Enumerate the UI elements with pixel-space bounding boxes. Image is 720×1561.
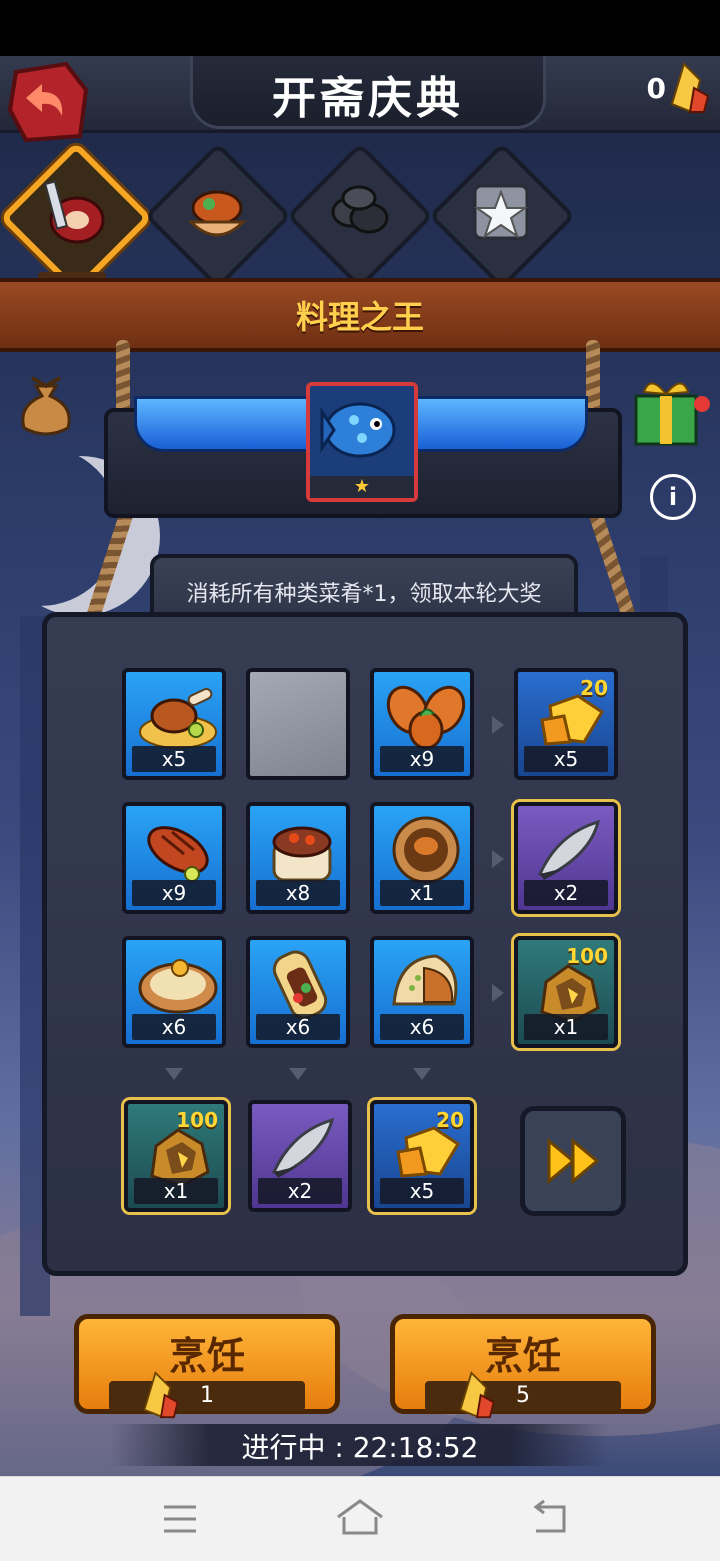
rice-cake-icon (272, 826, 332, 882)
feather-icon (271, 1117, 335, 1178)
grilled-fish-icon (147, 826, 209, 882)
currency-display: 0 (647, 62, 710, 114)
reward-quantity: x2 (524, 880, 608, 906)
currency-count: 0 (646, 71, 666, 105)
event-timer: 进行中 : 22:18:52 (241, 1431, 479, 1464)
cook-label: 烹饪 (168, 1334, 245, 1378)
row-reward-cell[interactable]: x2 (514, 802, 618, 914)
gift-box-button[interactable] (630, 372, 710, 452)
banner-title: 料理之王 (295, 298, 424, 336)
dish-quantity: x9 (132, 880, 216, 906)
dish-quantity: x1 (380, 880, 464, 906)
star-rating: ★ (310, 476, 414, 498)
loot-bag-button[interactable] (16, 372, 76, 442)
fast-forward-icon (547, 1137, 600, 1185)
row-reward-cell[interactable]: 20 x5 (514, 668, 618, 780)
home-icon (337, 1499, 383, 1535)
row-arrow-icon (492, 850, 504, 868)
title-plate: 开斋庆典 (190, 56, 546, 129)
dates-icon (331, 185, 389, 234)
reward-quantity: x1 (134, 1178, 218, 1204)
cook-cost: 5 (425, 1381, 621, 1411)
info-button[interactable]: i (650, 474, 696, 520)
dish-cell[interactable]: x6 (122, 936, 226, 1048)
cook-label: 烹饪 (484, 1334, 561, 1378)
column-arrow-icon (413, 1068, 431, 1080)
reward-quantity: x5 (524, 746, 608, 772)
back-button[interactable] (6, 60, 90, 144)
dish-quantity: x6 (380, 1014, 464, 1040)
dish-cell[interactable]: x9 (370, 668, 474, 780)
dish-cell[interactable]: x5 (122, 668, 226, 780)
menu-button[interactable] (150, 1495, 210, 1543)
row-reward-cell[interactable]: 100 x1 (514, 936, 618, 1048)
reward-quantity: x2 (258, 1178, 342, 1204)
loot-bag-icon (21, 376, 71, 436)
back-icon (533, 1499, 566, 1533)
samosa-icon (392, 954, 458, 1006)
board-description: 消耗所有种类菜肴*1，领取本轮大奖 (186, 582, 542, 607)
reward-badge: 20 (436, 1108, 464, 1132)
cook-once-button[interactable]: 烹饪 1 (74, 1314, 340, 1419)
gem-currency-icon (143, 1371, 179, 1419)
column-arrow-icon (289, 1068, 307, 1080)
dish-cell[interactable]: x9 (122, 802, 226, 914)
column-arrow-icon (165, 1068, 183, 1080)
dish-cell[interactable]: x6 (246, 936, 350, 1048)
back-nav-button[interactable] (520, 1495, 580, 1543)
column-reward-cell[interactable]: 100 x1 (124, 1100, 228, 1212)
gift-box-icon (634, 382, 710, 446)
column-reward-cell[interactable]: 20 x5 (370, 1100, 474, 1212)
reward-quantity: x1 (524, 1014, 608, 1040)
reward-badge: 100 (176, 1108, 218, 1132)
feast-icon (187, 190, 247, 237)
dish-quantity: x8 (256, 880, 340, 906)
dish-quantity: x6 (256, 1014, 340, 1040)
home-button[interactable] (330, 1495, 390, 1543)
wrap-icon (272, 950, 328, 1020)
navigation-bar (0, 1476, 720, 1561)
gem-currency-icon (670, 62, 710, 114)
grand-prize-slot[interactable]: ★ (306, 382, 418, 502)
feather-icon (537, 819, 601, 880)
page-title: 开斋庆典 (272, 73, 464, 124)
dish-cell[interactable]: x6 (370, 936, 474, 1048)
blue-fish-icon (320, 402, 396, 458)
row-arrow-icon (492, 716, 504, 734)
ribbon-right (410, 396, 588, 452)
cook-cost: 1 (109, 1381, 305, 1411)
star-trophy-icon (473, 184, 529, 240)
empty-dish-slot (246, 668, 350, 780)
column-reward-cell[interactable]: x2 (248, 1100, 352, 1212)
dish-cell[interactable]: x1 (370, 802, 474, 914)
cook-five-button[interactable]: 烹饪 5 (390, 1314, 656, 1419)
meat-cleaver-icon (43, 180, 105, 244)
stew-plate-icon (392, 816, 460, 884)
back-arrow-icon (7, 61, 89, 143)
ribbon-left (134, 396, 312, 452)
roast-chicken-icon (139, 688, 217, 749)
reward-badge: 100 (566, 944, 608, 968)
status-bar (0, 0, 720, 56)
section-banner: 料理之王 (0, 278, 720, 352)
leaf-dish-icon (386, 685, 466, 750)
noodle-plate-icon (138, 959, 218, 1014)
dish-quantity: x5 (132, 746, 216, 772)
reward-quantity: x5 (380, 1178, 464, 1204)
timer-plate: 进行中 : 22:18:52 (110, 1424, 610, 1466)
game-screen: 开斋庆典 0 料理 宴请 (0, 56, 720, 1476)
dish-quantity: x9 (380, 746, 464, 772)
fast-forward-button[interactable] (520, 1106, 626, 1216)
dish-quantity: x6 (132, 1014, 216, 1040)
row-arrow-icon (492, 984, 504, 1002)
gem-currency-icon (459, 1371, 495, 1419)
menu-icon (164, 1505, 196, 1533)
reward-badge: 20 (580, 676, 608, 700)
dish-cell[interactable]: x8 (246, 802, 350, 914)
